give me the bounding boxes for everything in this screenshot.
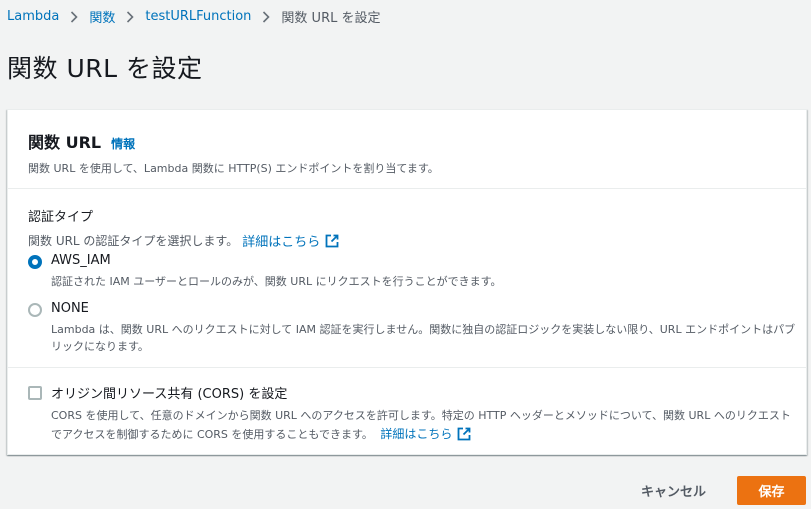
external-link-icon: [457, 427, 471, 441]
auth-option-none[interactable]: NONE Lambda は、関数 URL へのリクエストに対して IAM 認証を…: [28, 301, 796, 355]
breadcrumb-current: 関数 URL を設定: [281, 11, 381, 26]
chevron-right-icon: [262, 10, 271, 23]
page-title: 関数 URL を設定: [7, 54, 203, 83]
aws-iam-label: AWS_IAM: [51, 253, 111, 268]
auth-type-description: 関数 URL の認証タイプを選択します。 詳細はこちら: [28, 231, 798, 250]
aws-iam-description: 認証された IAM ユーザーとロールのみが、関数 URL にリクエストを行うこと…: [51, 275, 502, 288]
cors-checkbox[interactable]: [28, 386, 42, 400]
cors-option[interactable]: オリジン間リソース共有 (CORS) を設定 CORS を使用して、任意のドメイ…: [28, 383, 796, 444]
function-url-panel: 関数 URL 情報 関数 URL を使用して、Lambda 関数に HTTP(S…: [7, 109, 807, 455]
cors-label: オリジン間リソース共有 (CORS) を設定: [51, 387, 288, 402]
form-actions: キャンセル 保存: [621, 474, 806, 507]
cors-description: CORS を使用して、任意のドメインから関数 URL へのアクセスを許可します。…: [51, 407, 796, 444]
breadcrumb-functions[interactable]: 関数: [89, 7, 115, 26]
none-label: NONE: [51, 301, 89, 316]
auth-type-section: 認証タイプ 関数 URL の認証タイプを選択します。 詳細はこちら AWS_IA…: [28, 206, 798, 353]
breadcrumb: Lambda 関数 testURLFunction 関数 URL を設定: [7, 7, 380, 26]
info-link[interactable]: 情報: [111, 135, 135, 152]
cors-detail-link[interactable]: 詳細はこちら: [380, 425, 471, 443]
chevron-right-icon: [126, 10, 134, 23]
cors-detail-link-label: 詳細はこちら: [380, 427, 453, 441]
section-divider: [8, 367, 806, 368]
save-button[interactable]: 保存: [737, 476, 806, 505]
auth-option-aws-iam[interactable]: AWS_IAM 認証された IAM ユーザーとロールのみが、関数 URL にリク…: [28, 253, 796, 290]
none-radio[interactable]: [28, 303, 42, 317]
panel-description: 関数 URL を使用して、Lambda 関数に HTTP(S) エンドポイントを…: [28, 162, 439, 175]
panel-title: 関数 URL: [28, 133, 102, 152]
auth-type-description-text: 関数 URL の認証タイプを選択します。: [28, 234, 239, 248]
auth-detail-link-label: 詳細はこちら: [242, 235, 321, 250]
chevron-right-icon: [70, 10, 78, 23]
external-link-icon: [325, 234, 339, 247]
auth-detail-link[interactable]: 詳細はこちら: [242, 231, 339, 250]
auth-type-label: 認証タイプ: [28, 210, 94, 225]
cancel-button[interactable]: キャンセル: [621, 474, 726, 507]
aws-iam-radio[interactable]: [28, 255, 42, 269]
panel-header: 関数 URL 情報 関数 URL を使用して、Lambda 関数に HTTP(S…: [8, 110, 806, 189]
breadcrumb-function-name[interactable]: testURLFunction: [145, 9, 251, 24]
breadcrumb-lambda[interactable]: Lambda: [7, 9, 59, 24]
none-description: Lambda は、関数 URL へのリクエストに対して IAM 認証を実行しませ…: [51, 323, 796, 353]
